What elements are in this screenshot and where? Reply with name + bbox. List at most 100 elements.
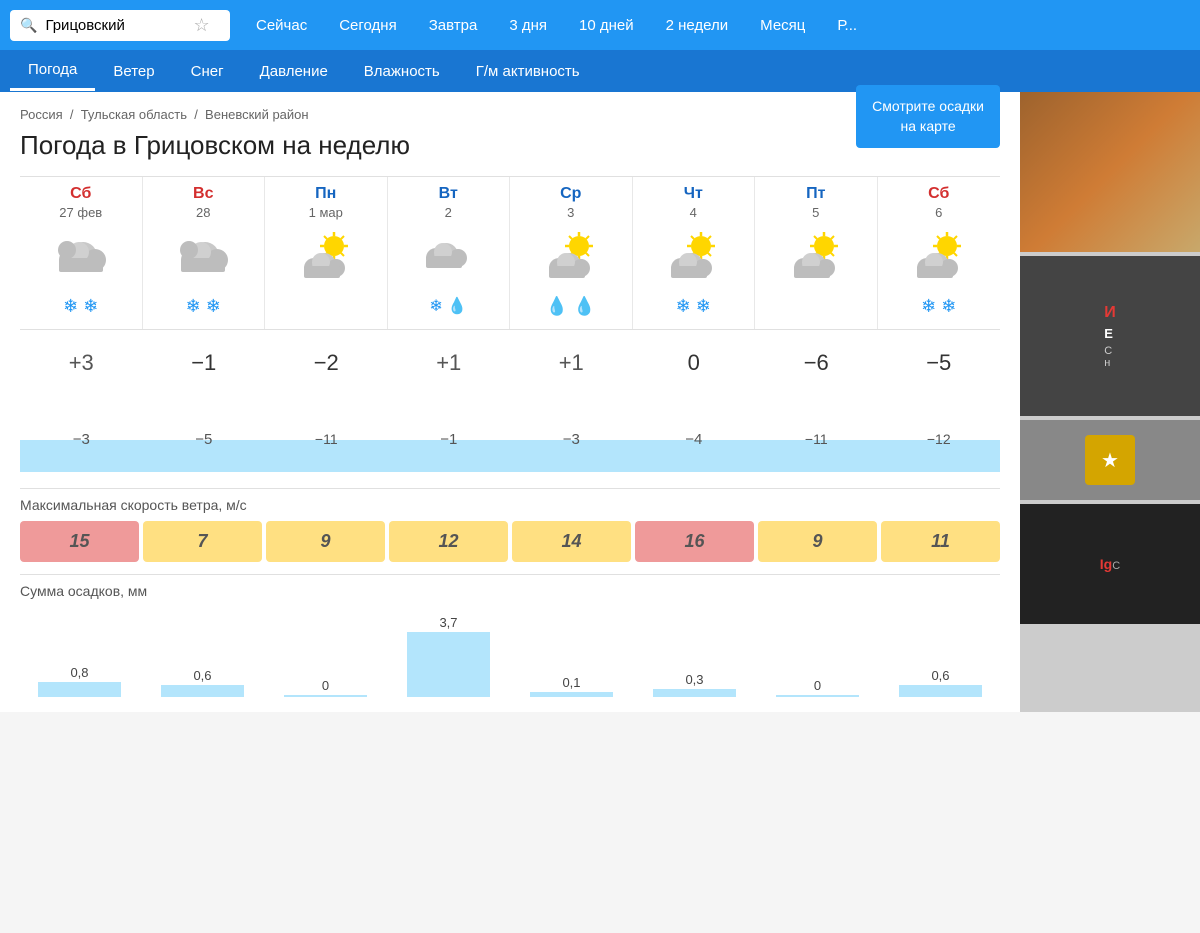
- day-date-2: 1 мар: [269, 205, 383, 220]
- secondary-navigation: Погода Ветер Снег Давление Влажность Г/м…: [0, 50, 1200, 92]
- temp-high-0: +3: [24, 350, 139, 376]
- temp-col-6: −6 −11: [755, 350, 878, 456]
- precip-bar-1: [161, 685, 244, 697]
- precip-grid: 0,8 0,6 0 3,7 0,1 0,3 0 0,6: [20, 607, 1000, 697]
- weather-icon-1: [173, 228, 233, 288]
- day-col-0[interactable]: Сб 27 фев ❄ ❄: [20, 177, 143, 329]
- sec-vlazhnost[interactable]: Влажность: [346, 53, 458, 90]
- weather-icon-6: [786, 228, 846, 288]
- nav-10days[interactable]: 10 дней: [563, 3, 650, 48]
- nav-3days[interactable]: 3 дня: [493, 3, 563, 48]
- nav-seychas[interactable]: Сейчас: [240, 3, 323, 48]
- nav-links: Сейчас Сегодня Завтра 3 дня 10 дней 2 не…: [240, 3, 873, 48]
- nav-month[interactable]: Месяц: [744, 3, 821, 48]
- day-col-2[interactable]: Пн 1 мар: [265, 177, 388, 329]
- nav-2weeks[interactable]: 2 недели: [650, 3, 745, 48]
- precip-col-3: 3,7: [389, 607, 508, 697]
- temp-high-3: +1: [392, 350, 507, 376]
- nav-zavtra[interactable]: Завтра: [413, 3, 494, 48]
- weather-icon-3: [418, 228, 478, 288]
- temp-mid-1: −5: [147, 431, 262, 448]
- sec-gm[interactable]: Г/м активность: [458, 53, 598, 90]
- precip-bar-4: [530, 692, 613, 697]
- content-area: Россия / Тульская область / Веневский ра…: [0, 92, 1020, 712]
- weather-icon-4: [541, 228, 601, 288]
- precip-value-5: 0,3: [685, 672, 703, 687]
- day-name-1: Вс: [147, 185, 261, 203]
- temp-mid-5: −4: [637, 431, 752, 448]
- breadcrumb: Россия / Тульская область / Веневский ра…: [20, 107, 1000, 122]
- day-name-7: Сб: [882, 185, 997, 203]
- nav-more[interactable]: Р...: [821, 3, 873, 48]
- search-input[interactable]: [45, 17, 185, 34]
- temp-col-2: −2 −11: [265, 350, 388, 456]
- wind-cell-6: 9: [758, 521, 877, 562]
- map-button[interactable]: Смотрите осадкина карте: [856, 85, 1000, 148]
- temp-low-7: −12: [882, 431, 997, 447]
- temp-col-0: +3 −3: [20, 350, 143, 456]
- wind-cell-2: 9: [266, 521, 385, 562]
- precip-label: Сумма осадков, мм: [20, 574, 1000, 599]
- weather-icon-0: [51, 228, 111, 288]
- weather-icon-7: [909, 228, 969, 288]
- favorite-icon[interactable]: ☆: [193, 15, 209, 36]
- temp-col-3: +1 −1: [388, 350, 511, 456]
- precip-icon-0: ❄ ❄: [24, 296, 138, 317]
- sec-veter[interactable]: Ветер: [95, 53, 172, 90]
- precip-value-4: 0,1: [562, 675, 580, 690]
- day-col-5[interactable]: Чт 4 ❄ ❄: [633, 177, 756, 329]
- day-name-6: Пт: [759, 185, 873, 203]
- day-date-5: 4: [637, 205, 751, 220]
- temp-high-5: 0: [637, 350, 752, 376]
- search-box[interactable]: 🔍 ☆: [10, 10, 230, 41]
- sec-pogoda[interactable]: Погода: [10, 51, 95, 91]
- precip-value-1: 0,6: [193, 668, 211, 683]
- title-row: Смотрите осадкина карте Погода в Грицовс…: [20, 130, 1000, 176]
- precip-value-6: 0: [814, 678, 821, 693]
- day-date-1: 28: [147, 205, 261, 220]
- wind-cell-4: 14: [512, 521, 631, 562]
- precip-value-3: 3,7: [439, 615, 457, 630]
- wind-grid: 1579121416911: [20, 521, 1000, 562]
- wind-cell-3: 12: [389, 521, 508, 562]
- sec-davlenie[interactable]: Давление: [242, 53, 346, 90]
- temp-high-6: −6: [759, 350, 874, 376]
- search-icon: 🔍: [20, 17, 37, 34]
- precip-col-4: 0,1: [512, 607, 631, 697]
- breadcrumb-district[interactable]: Веневский район: [205, 107, 309, 122]
- day-date-0: 27 фев: [24, 205, 138, 220]
- temp-col-7: −5 −12: [878, 350, 1001, 456]
- wind-cell-1: 7: [143, 521, 262, 562]
- temp-col-5: 0 −4: [633, 350, 756, 456]
- day-col-3[interactable]: Вт 2 ❄ 💧: [388, 177, 511, 329]
- wind-cell-5: 16: [635, 521, 754, 562]
- temp-high-2: −2: [269, 350, 384, 376]
- breadcrumb-region[interactable]: Тульская область: [81, 107, 187, 122]
- day-date-4: 3: [514, 205, 628, 220]
- weather-icon-2: [296, 228, 356, 288]
- precip-icon-4: 💧 💧: [514, 296, 628, 317]
- day-name-4: Ср: [514, 185, 628, 203]
- precip-icon-2: [269, 296, 383, 321]
- temp-col-4: +1 −3: [510, 350, 633, 456]
- ad-block-3: ★: [1020, 420, 1200, 500]
- precip-col-2: 0: [266, 607, 385, 697]
- precip-value-2: 0: [322, 678, 329, 693]
- day-col-7[interactable]: Сб 6 ❄ ❄: [878, 177, 1001, 329]
- breadcrumb-russia[interactable]: Россия: [20, 107, 63, 122]
- temperatures-section: +3 −3 −1 −5 −2 −11 +1 −1 +1 −3 0 −4 −6 −…: [20, 329, 1000, 476]
- precip-col-6: 0: [758, 607, 877, 697]
- day-col-1[interactable]: Вс 28 ❄ ❄: [143, 177, 266, 329]
- temp-mid-0: −3: [24, 431, 139, 448]
- precip-icon-1: ❄ ❄: [147, 296, 261, 317]
- precip-bar-3: [407, 632, 490, 697]
- precip-bar-6: [776, 695, 859, 697]
- temp-col-1: −1 −5: [143, 350, 266, 456]
- day-col-6[interactable]: Пт 5: [755, 177, 878, 329]
- day-col-4[interactable]: Ср 3 💧 💧: [510, 177, 633, 329]
- sec-sneg[interactable]: Снег: [173, 53, 242, 90]
- map-btn-container: Смотрите осадкина карте: [856, 85, 1000, 148]
- precip-col-7: 0,6: [881, 607, 1000, 697]
- nav-segodnya[interactable]: Сегодня: [323, 3, 413, 48]
- precip-col-0: 0,8: [20, 607, 139, 697]
